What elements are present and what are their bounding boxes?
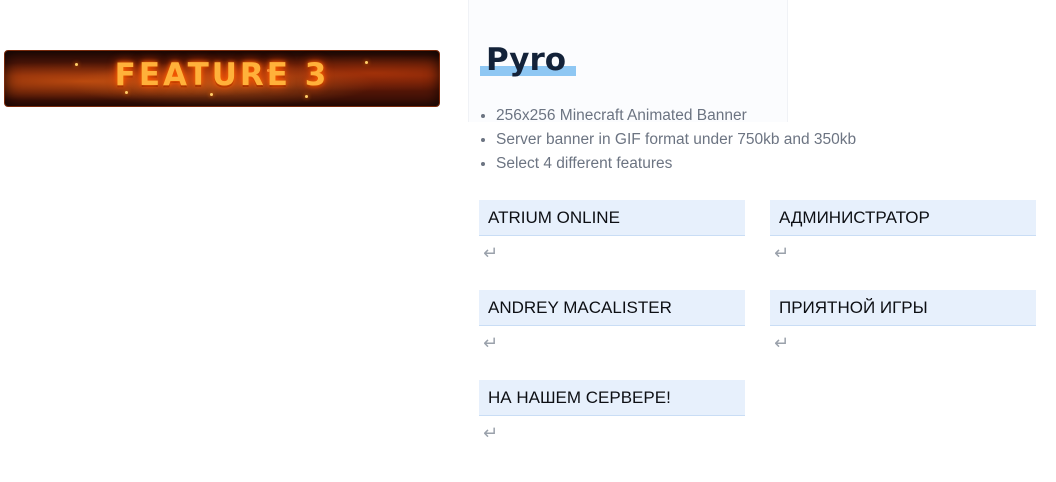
spark-decoration — [305, 95, 308, 98]
text-input[interactable]: ANDREY MACALISTER — [479, 290, 745, 326]
text-field-5: НА НАШЕМ СЕРВЕРЕ! ↵ — [479, 380, 745, 442]
text-input[interactable]: АДМИНИСТРАТОР — [770, 200, 1036, 236]
feature-item: 256x256 Minecraft Animated Banner — [496, 104, 856, 128]
enter-icon: ↵ — [774, 243, 790, 263]
enter-icon: ↵ — [483, 423, 499, 443]
feature-item: Select 4 different features — [496, 152, 856, 176]
banner-text: FEATURE 3 — [114, 57, 330, 93]
feature-banner-image: FEATURE 3 — [4, 50, 440, 107]
feature-list: 256x256 Minecraft Animated Banner Server… — [478, 104, 856, 176]
enter-icon: ↵ — [483, 243, 499, 263]
text-field-2: АДМИНИСТРАТОР ↵ — [770, 200, 1036, 262]
feature-item: Server banner in GIF format under 750kb … — [496, 128, 856, 152]
text-input[interactable]: ПРИЯТНОЙ ИГРЫ — [770, 290, 1036, 326]
enter-icon: ↵ — [483, 333, 499, 353]
text-field-3: ANDREY MACALISTER ↵ — [479, 290, 745, 352]
spark-decoration — [210, 93, 213, 96]
text-field-1: ATRIUM ONLINE ↵ — [479, 200, 745, 262]
text-input[interactable]: ATRIUM ONLINE — [479, 200, 745, 236]
text-field-4: ПРИЯТНОЙ ИГРЫ ↵ — [770, 290, 1036, 352]
enter-icon: ↵ — [774, 333, 790, 353]
product-title: Pyro — [486, 42, 567, 78]
product-title-wrap: Pyro — [480, 40, 576, 80]
text-input[interactable]: НА НАШЕМ СЕРВЕРЕ! — [479, 380, 745, 416]
